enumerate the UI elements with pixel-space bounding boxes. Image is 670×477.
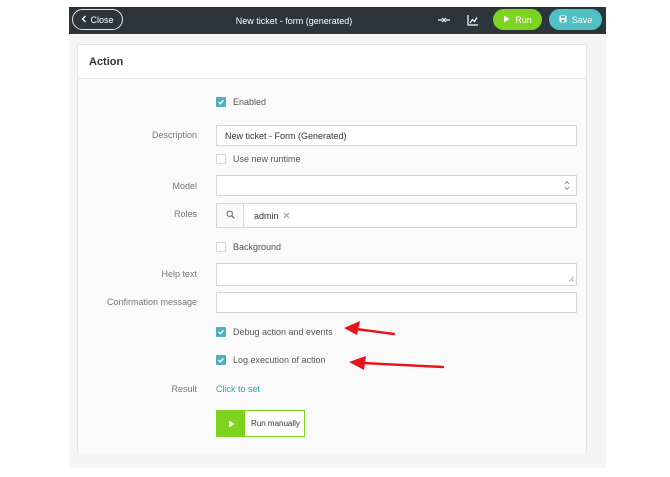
enabled-checkbox[interactable] [216, 97, 226, 107]
card-title: Action [78, 45, 586, 79]
page-title: New ticket - form (generated) [235, 15, 353, 26]
debug-checkbox-row[interactable]: Debug action and events [216, 327, 333, 337]
close-button[interactable]: Close [72, 9, 123, 30]
role-chip-admin: admin [254, 211, 290, 221]
new-runtime-label: Use new runtime [233, 154, 301, 164]
top-bar: Close New ticket - form (generated) Run … [69, 7, 606, 34]
debug-checkbox[interactable] [216, 327, 226, 337]
model-label: Model [172, 181, 197, 191]
description-input[interactable]: New ticket - Form (Generated) [216, 125, 577, 146]
page-body: Action Enabled Description New ticket - … [69, 34, 606, 468]
roles-label: Roles [173, 209, 197, 219]
enabled-checkbox-row[interactable]: Enabled [216, 97, 266, 107]
line-chart-icon[interactable] [466, 13, 480, 27]
help-text-label: Help text [161, 269, 197, 279]
play-icon [228, 415, 235, 433]
confirmation-message-label: Confirmation message [106, 297, 197, 307]
log-label: Log execution of action [233, 355, 326, 365]
background-checkbox[interactable] [216, 242, 226, 252]
run-button[interactable]: Run [493, 9, 542, 30]
run-manually-button[interactable]: Run manually [216, 410, 305, 437]
log-checkbox-row[interactable]: Log execution of action [216, 355, 326, 365]
new-runtime-checkbox-row[interactable]: Use new runtime [216, 154, 301, 164]
new-runtime-checkbox[interactable] [216, 154, 226, 164]
log-checkbox[interactable] [216, 355, 226, 365]
description-label: Description [151, 130, 197, 140]
background-checkbox-row[interactable]: Background [216, 242, 281, 252]
model-select[interactable] [216, 175, 577, 196]
result-label: Result [171, 384, 197, 394]
play-icon [503, 15, 510, 25]
close-button-label: Close [90, 14, 114, 25]
debug-label: Debug action and events [233, 327, 333, 337]
result-click-to-set-link[interactable]: Click to set [216, 384, 260, 394]
search-icon [226, 210, 235, 221]
roles-search-box [217, 204, 244, 227]
roles-input[interactable]: admin [216, 203, 577, 228]
annotation-arrow-log [349, 356, 445, 370]
enabled-label: Enabled [233, 97, 267, 107]
remove-role-icon[interactable] [283, 211, 290, 221]
select-arrows-icon [564, 180, 570, 193]
background-label: Background [233, 242, 282, 252]
run-manually-label: Run manually [251, 419, 300, 428]
resize-handle-icon[interactable] [568, 274, 574, 284]
collapse-icon[interactable] [437, 13, 451, 27]
run-button-label: Run [515, 14, 532, 25]
save-button-label: Save [571, 14, 593, 25]
annotation-arrow-debug [344, 321, 396, 336]
save-button[interactable]: Save [549, 9, 602, 30]
role-chip-label: admin [254, 210, 279, 221]
action-card: Action Enabled Description New ticket - … [77, 44, 587, 455]
run-manually-play-box [217, 411, 245, 436]
confirmation-message-input[interactable] [216, 292, 577, 313]
action-form: Enabled Description New ticket - Form (G… [78, 80, 586, 455]
help-text-textarea[interactable] [216, 263, 577, 286]
floppy-disk-icon [559, 15, 567, 25]
chevron-left-icon [81, 15, 87, 25]
